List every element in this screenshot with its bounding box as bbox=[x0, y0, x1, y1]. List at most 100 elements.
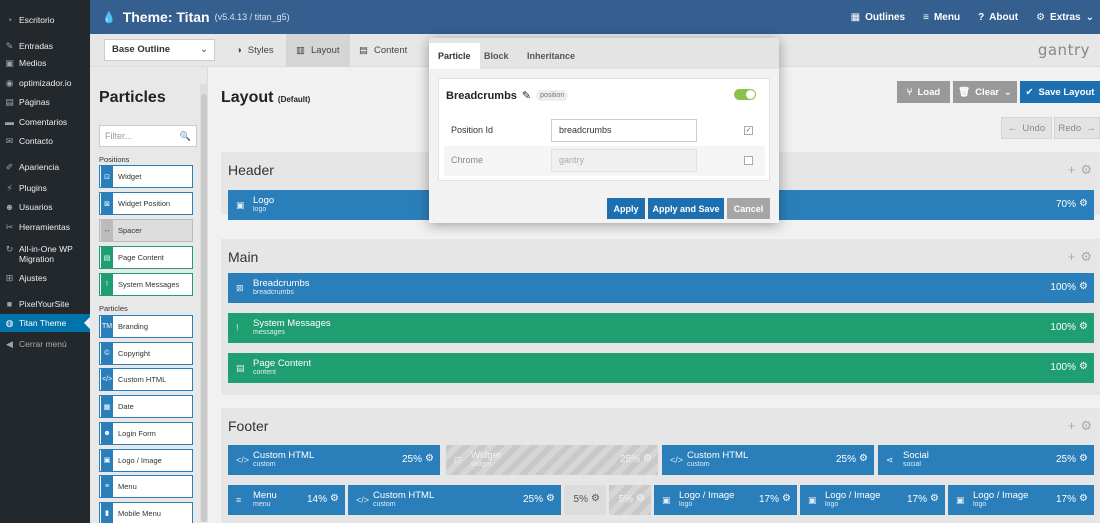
clear-button[interactable]: 🗑 Clear ⌄ bbox=[953, 81, 1017, 103]
gear-icon[interactable]: ⚙ bbox=[859, 453, 868, 464]
wp-menu-item[interactable]: ■ PixelYourSite bbox=[0, 299, 90, 309]
header-menu-extras[interactable]: ⚙ Extras ⌄ bbox=[1036, 12, 1094, 23]
field-label: Position Id bbox=[451, 125, 494, 135]
gear-icon[interactable]: ⚙ bbox=[425, 453, 434, 464]
add-icon[interactable]: + bbox=[1068, 249, 1076, 265]
add-icon[interactable]: + bbox=[1068, 418, 1076, 434]
apply-and-save-button[interactable]: Apply and Save bbox=[648, 198, 724, 219]
wp-menu-item[interactable]: ✎ Entradas bbox=[0, 41, 90, 51]
gear-icon[interactable]: ⚙ bbox=[1080, 162, 1092, 178]
particle-item[interactable]: ⊡ Widget bbox=[99, 165, 193, 188]
layout-block[interactable]: ▤ Page Content content 100% ⚙ bbox=[228, 353, 1094, 383]
override-checkbox[interactable] bbox=[744, 156, 753, 165]
layout-block[interactable]: ▣ Logo / Image logo 17% ⚙ bbox=[800, 485, 945, 515]
tab-layout[interactable]: ▥ Layout bbox=[286, 34, 350, 67]
gear-icon[interactable]: ⚙ bbox=[1080, 418, 1092, 434]
position-id-input[interactable]: breadcrumbs bbox=[551, 119, 697, 142]
particle-item[interactable]: ▦ Date bbox=[99, 395, 193, 419]
wp-menu-item[interactable]: ✐ Apariencia bbox=[0, 162, 90, 172]
redo-button[interactable]: Redo → bbox=[1054, 117, 1100, 139]
layout-block[interactable]: ! System Messages messages 100% ⚙ bbox=[228, 313, 1094, 343]
particle-item[interactable]: ▣ Logo / Image bbox=[99, 448, 193, 472]
tab-content[interactable]: ▤ Content bbox=[349, 34, 417, 67]
layout-block[interactable]: ≡ Menu menu 14% ⚙ bbox=[228, 485, 345, 515]
wp-menu-item[interactable]: ☻ Usuarios bbox=[0, 202, 90, 212]
particle-item[interactable]: TM Branding bbox=[99, 315, 193, 338]
gear-icon[interactable]: ⚙ bbox=[330, 493, 339, 504]
particle-item[interactable]: ☻ Login Form bbox=[99, 421, 193, 445]
gear-icon[interactable]: ⚙ bbox=[1079, 453, 1088, 464]
particle-item[interactable]: </> Custom HTML bbox=[99, 368, 193, 392]
gear-icon[interactable]: ⚙ bbox=[1079, 198, 1088, 209]
wp-menu-item[interactable]: ◍ Titan Theme bbox=[0, 314, 90, 332]
layout-block[interactable]: ⊡ Widget widget 25% ⚙ bbox=[446, 445, 658, 475]
layout-block[interactable]: ▣ Logo / Image logo 17% ⚙ bbox=[948, 485, 1094, 515]
layout-block[interactable]: 5% ⚙ bbox=[564, 485, 606, 515]
gear-icon[interactable]: ⚙ bbox=[930, 493, 939, 504]
outline-select[interactable]: Base Outline ⌄ bbox=[104, 39, 215, 61]
wp-menu-item[interactable]: ✂ Herramientas bbox=[0, 222, 90, 232]
layout-block[interactable]: ⋖ Social social 25% ⚙ bbox=[878, 445, 1094, 475]
wp-menu-item[interactable]: ✉ Contacto bbox=[0, 136, 90, 146]
settings-icon: ⊞ bbox=[5, 273, 14, 283]
layout-block[interactable]: </> Custom HTML custom 25% ⚙ bbox=[348, 485, 561, 515]
gear-icon[interactable]: ⚙ bbox=[782, 493, 791, 504]
override-checkbox[interactable]: ✓ bbox=[744, 126, 753, 135]
wp-menu-item[interactable]: ◔ Escritorio bbox=[0, 15, 90, 25]
layout-block[interactable]: 5% ⚙ bbox=[609, 485, 651, 515]
gear-icon[interactable]: ⚙ bbox=[1079, 321, 1088, 332]
wp-menu-item[interactable]: ◉ optimizador.io bbox=[0, 78, 90, 88]
block-name: Logo / Image bbox=[973, 490, 1029, 501]
apply-button[interactable]: Apply bbox=[607, 198, 645, 219]
add-icon[interactable]: + bbox=[1068, 162, 1076, 178]
gear-icon[interactable]: ⚙ bbox=[643, 453, 652, 464]
gear-icon[interactable]: ⚙ bbox=[1079, 361, 1088, 372]
particle-item[interactable]: ⊠ Widget Position bbox=[99, 192, 193, 215]
layout-block[interactable]: ▣ Logo / Image logo 17% ⚙ bbox=[654, 485, 797, 515]
tab-styles[interactable]: ◑ Styles bbox=[226, 34, 284, 67]
block-name: System Messages bbox=[253, 318, 331, 329]
wp-menu-item[interactable]: ◀ Cerrar menú bbox=[0, 339, 90, 349]
save-layout-button[interactable]: ✔ Save Layout bbox=[1020, 81, 1100, 103]
particle-item[interactable]: ↔ Spacer bbox=[99, 219, 193, 242]
scrollbar-thumb[interactable] bbox=[201, 94, 207, 522]
gear-icon[interactable]: ⚙ bbox=[591, 493, 600, 504]
undo-button[interactable]: ← Undo bbox=[1001, 117, 1052, 139]
particle-item[interactable]: ! System Messages bbox=[99, 273, 193, 296]
gear-icon[interactable]: ⚙ bbox=[1079, 281, 1088, 292]
layout-block[interactable]: </> Custom HTML custom 25% ⚙ bbox=[662, 445, 874, 475]
wp-menu-item[interactable]: ▣ Medios bbox=[0, 58, 90, 68]
filter-input[interactable]: Filter... 🔍 bbox=[99, 125, 197, 147]
particle-item[interactable]: ▮ Mobile Menu bbox=[99, 501, 193, 523]
wp-menu-item[interactable]: ⊞ Ajustes bbox=[0, 273, 90, 283]
modal-tab-block[interactable]: Block bbox=[475, 43, 518, 69]
particles-scrollbar[interactable] bbox=[200, 84, 208, 522]
enabled-toggle[interactable] bbox=[734, 89, 756, 100]
wp-menu-item[interactable]: ▤ Páginas bbox=[0, 97, 90, 107]
hamburger-icon: ≡ bbox=[923, 11, 929, 23]
gear-icon[interactable]: ⚙ bbox=[1079, 493, 1088, 504]
wp-menu-item[interactable]: ▬ Comentarios bbox=[0, 117, 90, 127]
particle-item[interactable]: ▤ Page Content bbox=[99, 246, 193, 269]
wp-menu-item[interactable]: ↻ All-in-One WP Migration bbox=[0, 244, 90, 264]
image-icon: ▣ bbox=[236, 200, 245, 210]
header-menu-menu[interactable]: ≡ Menu bbox=[923, 12, 960, 23]
load-button[interactable]: ⑂ Load bbox=[897, 81, 950, 103]
gear-icon[interactable]: ⚙ bbox=[546, 493, 555, 504]
gear-icon[interactable]: ⚙ bbox=[636, 493, 645, 504]
layout-block[interactable]: ⊠ Breadcrumbs breadcrumbs 100% ⚙ bbox=[228, 273, 1094, 303]
modal-tab-particle[interactable]: Particle bbox=[429, 43, 480, 69]
palette-icon: ◑ bbox=[236, 45, 242, 56]
header-menu-outlines[interactable]: ▦ Outlines bbox=[851, 12, 905, 23]
pixel-icon: ■ bbox=[6, 299, 13, 309]
pencil-icon[interactable]: ✎ bbox=[522, 89, 531, 102]
block-name: Social bbox=[903, 450, 929, 461]
cancel-button[interactable]: Cancel bbox=[727, 198, 770, 219]
wp-menu-item[interactable]: ⚡ Plugins bbox=[0, 183, 90, 193]
layout-block[interactable]: </> Custom HTML custom 25% ⚙ bbox=[228, 445, 440, 475]
header-menu-about[interactable]: ? About bbox=[978, 12, 1018, 23]
modal-tab-inheritance[interactable]: Inheritance bbox=[518, 43, 584, 69]
gear-icon[interactable]: ⚙ bbox=[1080, 249, 1092, 265]
particle-item[interactable]: © Copyright bbox=[99, 341, 193, 365]
particle-item[interactable]: ≡ Menu bbox=[99, 475, 193, 499]
